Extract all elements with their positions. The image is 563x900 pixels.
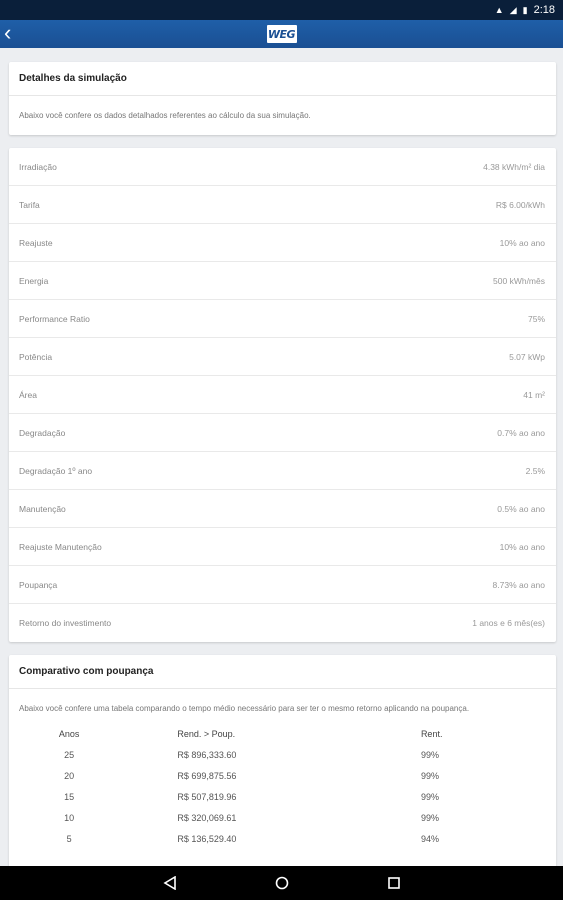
app-bar: ‹ WEG bbox=[0, 20, 563, 48]
status-bar: ▲ ◢ ▮ 2:18 bbox=[0, 0, 563, 20]
cell-anos: 20 bbox=[64, 770, 75, 781]
comparison-card-title: Comparativo com poupança bbox=[9, 655, 556, 689]
signal-icon: ◢ bbox=[509, 4, 517, 15]
detail-value: 8.73% ao ano bbox=[492, 579, 545, 590]
cell-anos: 15 bbox=[64, 791, 75, 802]
detail-value: 41 m² bbox=[523, 389, 545, 400]
detail-row: Reajuste 10% ao ano bbox=[9, 224, 556, 262]
detail-row: Poupança 8.73% ao ano bbox=[9, 566, 556, 604]
cell-rend: R$ 896,333.60 bbox=[177, 749, 237, 760]
battery-icon: ▮ bbox=[522, 4, 528, 15]
detail-value: 5.07 kWp bbox=[509, 351, 545, 362]
nav-recents-button[interactable] bbox=[386, 875, 402, 891]
comparison-card: Comparativo com poupança Abaixo você con… bbox=[9, 655, 556, 866]
status-time: 2:18 bbox=[533, 4, 555, 16]
detail-value: 0.7% ao ano bbox=[497, 427, 545, 438]
detail-row: Degradação 1º ano 2.5% bbox=[9, 452, 556, 490]
column-header-anos: Anos bbox=[58, 729, 80, 739]
detail-label: Degradação bbox=[19, 427, 66, 438]
detail-row: Degradação 0.7% ao ano bbox=[9, 414, 556, 452]
details-list-card: Irradiação 4.38 kWh/m² dia Tarifa R$ 6.00/… bbox=[9, 148, 556, 642]
detail-value: 10% ao ano bbox=[499, 541, 545, 552]
cell-anos: 25 bbox=[64, 749, 75, 760]
detail-value: 1 anos e 6 mês(es) bbox=[472, 618, 545, 628]
detail-row: Irradiação 4.38 kWh/m² dia bbox=[9, 148, 556, 186]
nav-back-button[interactable] bbox=[162, 875, 178, 891]
detail-row: Tarifa R$ 6.00/kWh bbox=[9, 186, 556, 224]
nav-home-button[interactable] bbox=[274, 875, 290, 891]
detail-row: Performance Ratio 75% bbox=[9, 300, 556, 338]
triangle-back-icon bbox=[162, 876, 176, 890]
comparison-table: Anos Rend. > Poup. Rent. 25 R$ 896,333.60… bbox=[9, 724, 556, 849]
detail-value: R$ 6.00/kWh bbox=[495, 199, 545, 210]
detail-value: 500 kWh/mês bbox=[493, 275, 545, 286]
table-header-row: Anos Rend. > Poup. Rent. bbox=[9, 724, 556, 744]
chevron-left-icon: ‹ bbox=[4, 20, 12, 45]
detail-row: Reajuste Manutenção 10% ao ano bbox=[9, 528, 556, 566]
detail-label: Poupança bbox=[19, 579, 58, 590]
logo-text: WEG bbox=[267, 27, 296, 41]
detail-label: Degradação 1º ano bbox=[19, 465, 93, 476]
detail-value: 4.38 kWh/m² dia bbox=[483, 161, 545, 172]
cell-rent: 99% bbox=[420, 749, 439, 760]
cell-anos: 5 bbox=[66, 833, 72, 844]
weg-logo: WEG bbox=[266, 25, 297, 43]
cell-rent: 99% bbox=[420, 812, 439, 823]
detail-value: 2.5% bbox=[525, 465, 545, 476]
column-header-rend: Rend. > Poup. bbox=[177, 729, 236, 739]
detail-row: Área 41 m² bbox=[9, 376, 556, 414]
table-row: 20 R$ 699,875.56 99% bbox=[9, 765, 556, 786]
wifi-icon: ▲ bbox=[494, 5, 504, 15]
detail-label: Manutenção bbox=[19, 503, 66, 514]
detail-label: Área bbox=[19, 389, 37, 400]
cell-rend: R$ 136,529.40 bbox=[177, 833, 237, 844]
circle-home-icon bbox=[275, 876, 288, 890]
cell-rend: R$ 507,819.96 bbox=[177, 791, 237, 802]
detail-value: 0.5% ao ano bbox=[497, 503, 545, 514]
scroll-content[interactable]: Detalhes da simulação Abaixo você confer… bbox=[0, 48, 563, 866]
detail-label: Reajuste bbox=[19, 237, 53, 248]
cell-anos: 10 bbox=[64, 812, 75, 823]
details-card-title: Detalhes da simulação bbox=[9, 62, 556, 96]
square-recents-icon bbox=[387, 877, 400, 889]
comparison-card-description: Abaixo você confere uma tabela comparand… bbox=[19, 704, 470, 713]
system-nav-bar bbox=[0, 866, 563, 900]
cell-rend: R$ 320,069.61 bbox=[177, 812, 237, 823]
cell-rent: 94% bbox=[420, 833, 439, 844]
table-row: 15 R$ 507,819.96 99% bbox=[9, 786, 556, 807]
detail-value: 10% ao ano bbox=[499, 237, 545, 248]
detail-value: 75% bbox=[527, 313, 545, 324]
detail-label: Retorno do investimento bbox=[19, 618, 112, 628]
detail-row: Retorno do investimento 1 anos e 6 mês(es… bbox=[9, 604, 556, 642]
table-row: 25 R$ 896,333.60 99% bbox=[9, 744, 556, 765]
detail-label: Reajuste Manutenção bbox=[19, 541, 102, 552]
detail-row: Energia 500 kWh/mês bbox=[9, 262, 556, 300]
detail-label: Irradiação bbox=[19, 161, 57, 172]
detail-label: Performance Ratio bbox=[19, 313, 90, 324]
cell-rent: 99% bbox=[420, 770, 439, 781]
cell-rend: R$ 699,875.56 bbox=[177, 770, 237, 781]
details-card: Detalhes da simulação Abaixo você confer… bbox=[9, 62, 556, 135]
back-button[interactable]: ‹ bbox=[4, 20, 24, 48]
detail-label: Tarifa bbox=[19, 199, 40, 210]
detail-label: Energia bbox=[19, 275, 49, 286]
column-header-rent: Rent. bbox=[420, 729, 443, 739]
detail-label: Potência bbox=[19, 351, 53, 362]
details-card-description: Abaixo você confere os dados detalhados … bbox=[19, 111, 311, 120]
table-row: 10 R$ 320,069.61 99% bbox=[9, 807, 556, 828]
detail-row: Manutenção 0.5% ao ano bbox=[9, 490, 556, 528]
table-row: 5 R$ 136,529.40 94% bbox=[9, 828, 556, 849]
detail-row: Potência 5.07 kWp bbox=[9, 338, 556, 376]
cell-rent: 99% bbox=[420, 791, 439, 802]
